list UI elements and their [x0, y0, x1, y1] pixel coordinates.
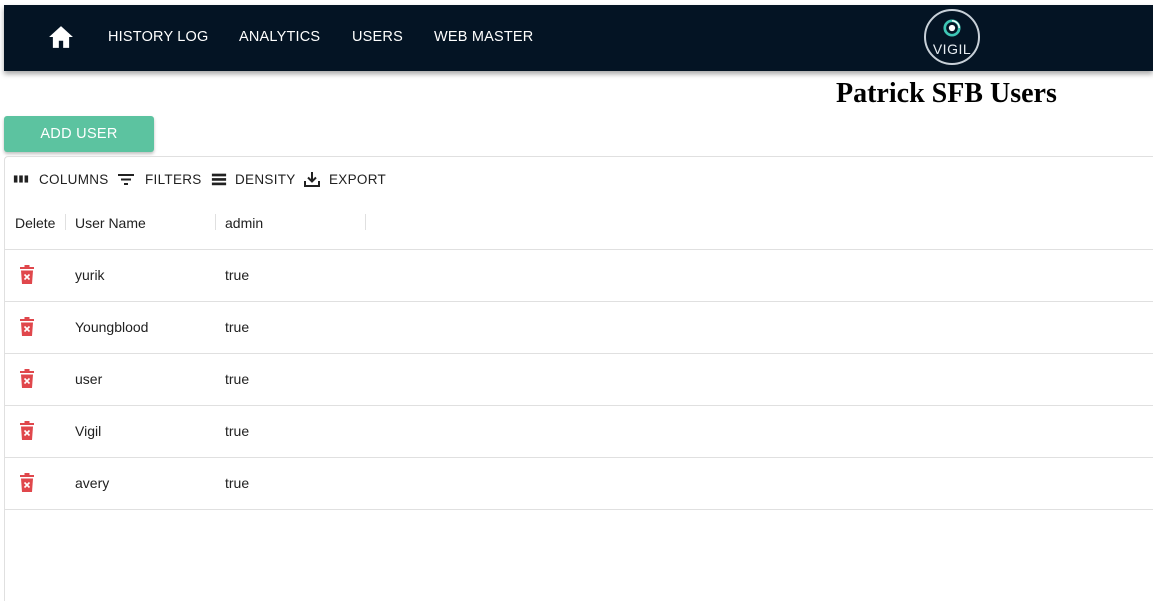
cell-username: Vigil	[75, 423, 102, 439]
table-row[interactable]: user true	[5, 354, 1153, 406]
columns-button[interactable]: COLUMNS	[13, 169, 109, 189]
cell-admin: true	[225, 319, 250, 335]
column-separator[interactable]	[365, 214, 366, 230]
cell-admin: true	[225, 423, 250, 439]
swirl-logo-icon	[943, 19, 961, 37]
cell-admin: true	[225, 267, 250, 283]
filters-label: FILTERS	[145, 171, 202, 187]
trash-icon[interactable]	[19, 317, 35, 337]
add-user-button[interactable]: ADD USER	[4, 116, 154, 152]
cell-username: yurik	[75, 267, 105, 283]
filters-button[interactable]: FILTERS	[117, 169, 202, 189]
column-header-username[interactable]: User Name	[75, 215, 146, 231]
density-button[interactable]: DENSITY	[211, 169, 296, 189]
home-icon[interactable]	[48, 25, 74, 49]
cell-admin: true	[225, 371, 250, 387]
cell-username: avery	[75, 475, 110, 491]
download-icon	[304, 172, 320, 187]
trash-icon[interactable]	[19, 421, 35, 441]
columns-icon	[13, 175, 29, 183]
table-row[interactable]: Vigil true	[5, 406, 1153, 458]
vigil-logo: VIGIL	[924, 9, 980, 65]
column-header-delete[interactable]: Delete	[15, 215, 55, 231]
logo-text: VIGIL	[932, 41, 972, 57]
cell-username: Youngblood	[75, 319, 149, 335]
table-row[interactable]: Youngblood true	[5, 302, 1153, 354]
trash-icon[interactable]	[19, 369, 35, 389]
export-button[interactable]: EXPORT	[303, 169, 386, 189]
nav-analytics[interactable]: ANALYTICS	[239, 29, 320, 45]
cell-username: user	[75, 371, 103, 387]
export-label: EXPORT	[329, 171, 387, 187]
top-navbar: HISTORY LOG ANALYTICS USERS WEB MASTER V…	[4, 5, 1153, 71]
users-data-grid: COLUMNS FILTERS DENSITY EXPORT Delete Us…	[4, 156, 1153, 601]
table-header: Delete User Name admin	[5, 201, 1153, 250]
nav-web-master[interactable]: WEB MASTER	[434, 29, 533, 45]
page-title: Patrick SFB Users	[836, 78, 1057, 109]
columns-label: COLUMNS	[39, 171, 109, 187]
table-row[interactable]: avery true	[5, 458, 1153, 510]
table-row[interactable]: yurik true	[5, 250, 1153, 302]
cell-admin: true	[225, 475, 250, 491]
nav-users[interactable]: USERS	[352, 29, 403, 45]
column-separator[interactable]	[215, 214, 216, 230]
density-label: DENSITY	[235, 171, 296, 187]
nav-history-log[interactable]: HISTORY LOG	[108, 29, 209, 45]
column-separator[interactable]	[65, 214, 66, 230]
column-header-admin[interactable]: admin	[225, 215, 263, 231]
trash-icon[interactable]	[19, 473, 35, 493]
density-icon	[211, 173, 227, 186]
filter-icon	[118, 174, 134, 185]
trash-icon[interactable]	[19, 265, 35, 285]
